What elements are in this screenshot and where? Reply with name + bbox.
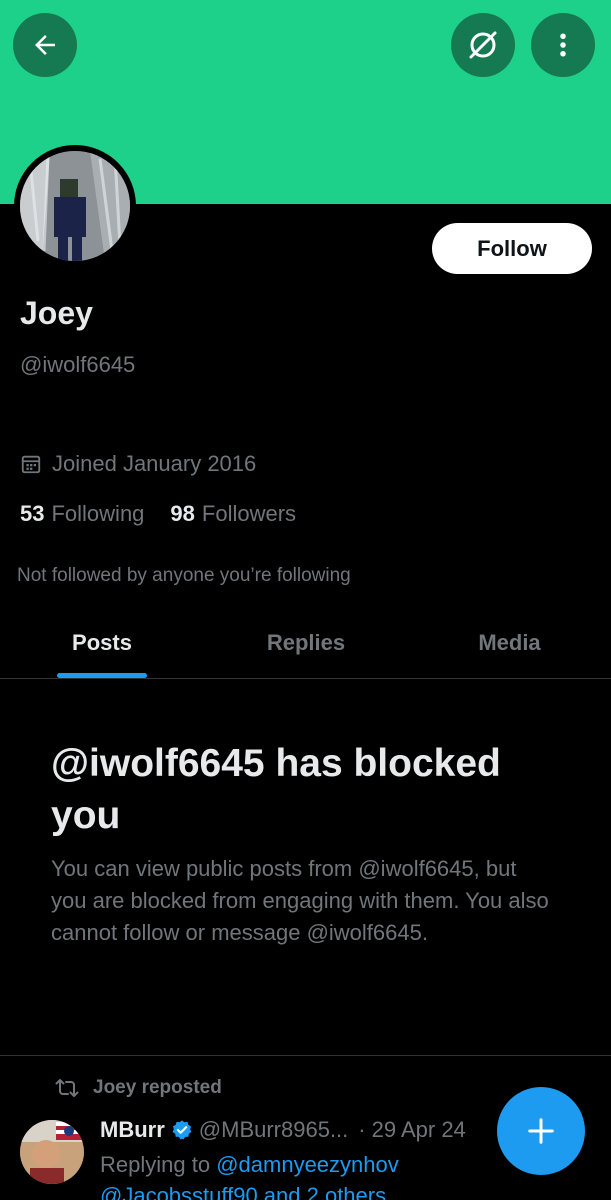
post-separator: · [358,1117,366,1142]
not-followed-note: Not followed by anyone you’re following [17,565,351,586]
blocked-title: @iwolf6645 has blocked you [51,742,501,837]
compose-button[interactable] [497,1087,585,1175]
followers-count: 98 [170,501,195,526]
post-date[interactable]: 29 Apr 24 [372,1117,466,1143]
followers-stat[interactable]: 98 Followers [170,501,296,527]
joined-text: Joined January 2016 [52,451,257,476]
plus-icon [528,1118,554,1144]
post-author-avatar[interactable] [20,1120,84,1184]
repost-indicator: Joey reposted [55,1077,222,1099]
avatar[interactable] [20,151,130,261]
post-header: MBurr @MBurr8965... · 29 Apr 24 [100,1117,466,1143]
grok-icon [469,31,497,59]
post-author-handle[interactable]: @MBurr8965... [199,1117,349,1143]
joined-date: Joined January 2016 [20,451,256,477]
more-vertical-icon [560,33,566,57]
follow-button[interactable]: Follow [432,223,592,274]
profile-avatar-ring[interactable] [14,145,136,267]
replying-more-link[interactable]: @Jacobsstuff90 and 2 others [100,1183,386,1200]
profile-tabs: Posts Replies Media [0,608,611,679]
tab-replies[interactable]: Replies [204,608,408,678]
more-options-button[interactable] [531,13,595,77]
profile-name: Joey [20,295,93,331]
blocked-description: You can view public posts from @iwolf664… [51,856,549,945]
following-count: 53 [20,501,45,526]
back-button[interactable] [13,13,77,77]
verified-badge-icon [172,1120,192,1140]
tab-media[interactable]: Media [408,608,611,678]
repost-icon [55,1079,79,1097]
following-label: Following [51,501,145,526]
tab-posts[interactable]: Posts [0,608,204,678]
active-tab-indicator [57,673,147,678]
replying-to-line: Replying to @damnyeezynhov [100,1152,399,1178]
grok-button[interactable] [451,13,515,77]
repost-label: Joey reposted [93,1077,222,1098]
arrow-left-icon [35,35,55,55]
profile-handle: @iwolf6645 [20,352,136,377]
replying-prefix: Replying to [100,1152,211,1177]
replying-user-link[interactable]: @damnyeezynhov [216,1152,399,1177]
post-author-name[interactable]: MBurr [100,1117,165,1143]
profile-stats: 53 Following 98 Followers [20,501,322,527]
following-stat[interactable]: 53 Following [20,501,144,527]
calendar-icon [21,455,41,474]
followers-label: Followers [201,501,297,526]
divider [0,1055,611,1056]
